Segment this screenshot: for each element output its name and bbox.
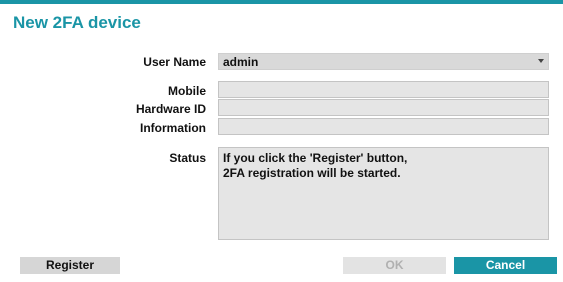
status-label: Status	[169, 151, 206, 165]
mobile-label: Mobile	[168, 84, 206, 98]
new-2fa-device-dialog: New 2FA device User Name admin Mobile Ha…	[0, 0, 563, 282]
mobile-field[interactable]	[218, 81, 549, 98]
dialog-top-accent-bar	[0, 0, 563, 4]
register-button[interactable]: Register	[20, 257, 120, 274]
cancel-button[interactable]: Cancel	[454, 257, 557, 274]
user-name-select[interactable]: admin	[218, 53, 549, 70]
hardware-id-field[interactable]	[218, 99, 549, 116]
user-name-label: User Name	[143, 55, 206, 69]
status-line: 2FA registration will be started.	[223, 166, 401, 180]
information-label: Information	[140, 121, 206, 135]
user-name-value: admin	[223, 55, 259, 69]
status-textbox: If you click the 'Register' button, 2FA …	[218, 147, 549, 240]
dialog-title: New 2FA device	[13, 13, 141, 32]
chevron-down-icon	[538, 59, 544, 63]
information-field[interactable]	[218, 118, 549, 135]
status-line: If you click the 'Register' button,	[223, 151, 408, 165]
hardware-id-label: Hardware ID	[135, 102, 206, 116]
ok-button[interactable]: OK	[343, 257, 446, 274]
